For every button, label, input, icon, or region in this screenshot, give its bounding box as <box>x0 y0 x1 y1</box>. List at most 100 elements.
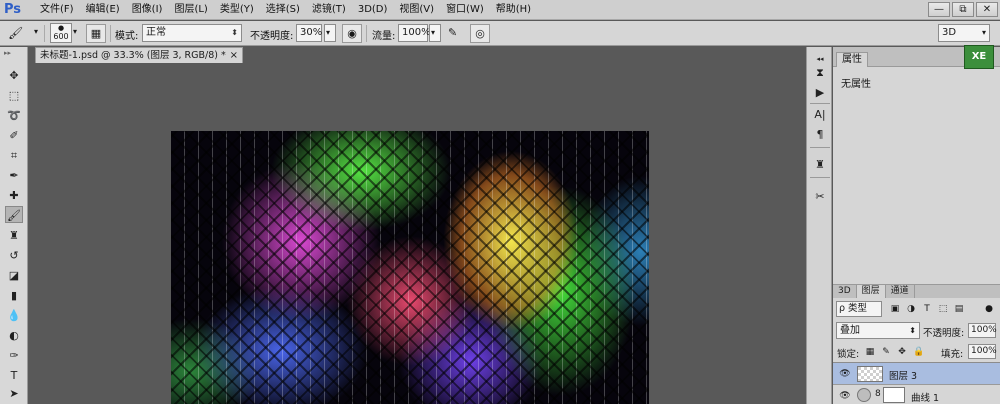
adjustment-layer-icon <box>857 388 871 402</box>
filter-kind-value: ρ 类型 <box>839 303 868 314</box>
layer-row[interactable]: 👁 图层 3 <box>833 362 1000 384</box>
adjustment-filter-icon[interactable]: ◑ <box>905 303 917 315</box>
tab-3d[interactable]: 3D <box>833 285 857 298</box>
document-canvas[interactable] <box>171 131 649 404</box>
brush-picker-chevron-icon[interactable]: ▾ <box>73 27 77 46</box>
restore-button[interactable]: ⧉ <box>952 2 974 17</box>
healing-brush-tool-icon[interactable]: ✚ <box>5 187 23 204</box>
lock-transparent-icon[interactable]: ▦ <box>865 347 875 357</box>
brush-panel-toggle-icon[interactable]: ▦ <box>86 24 106 43</box>
opacity-chevron-icon: ▾ <box>326 28 331 37</box>
character-panel-icon[interactable]: A| <box>812 107 828 123</box>
lock-all-icon[interactable]: 🔒 <box>913 347 924 357</box>
minimize-button[interactable]: — <box>928 2 950 17</box>
layer-row[interactable]: 👁 8 曲线 1 <box>833 384 1000 404</box>
menu-image[interactable]: 图像(I) <box>126 0 169 20</box>
menu-select[interactable]: 选择(S) <box>260 0 306 20</box>
menu-3d[interactable]: 3D(D) <box>352 0 394 20</box>
lasso-tool-icon[interactable]: ➰ <box>5 107 23 124</box>
tab-layers[interactable]: 图层 <box>856 285 886 298</box>
close-button[interactable]: ✕ <box>976 2 998 17</box>
blend-row: 叠加 ⬍ 不透明度: 100% <box>833 321 1000 341</box>
opacity-value: 30% <box>300 27 323 38</box>
menu-type[interactable]: 类型(Y) <box>214 0 260 20</box>
layer-name[interactable]: 图层 3 <box>889 368 917 382</box>
opacity-label: 不透明度: <box>250 31 294 42</box>
clone-stamp-tool-icon[interactable]: ♜ <box>5 227 23 244</box>
dodge-tool-icon[interactable]: ◐ <box>5 327 23 344</box>
pressure-opacity-icon[interactable]: ◉ <box>342 24 362 43</box>
menu-help[interactable]: 帮助(H) <box>490 0 537 20</box>
canvas-area[interactable] <box>29 63 805 404</box>
gradient-tool-icon[interactable]: ▮ <box>5 287 23 304</box>
layer-name[interactable]: 曲线 1 <box>911 390 939 404</box>
eraser-tool-icon[interactable]: ◪ <box>5 267 23 284</box>
layers-panel-tabs: 3D 图层 通道 <box>833 285 1000 298</box>
lock-position-icon[interactable]: ✥ <box>897 347 907 357</box>
pixel-filter-icon[interactable]: ▣ <box>889 303 901 315</box>
opacity-dropdown[interactable]: ▾ <box>324 24 336 42</box>
flow-dropdown[interactable]: ▾ <box>429 24 441 42</box>
crop-tool-icon[interactable]: ⌗ <box>5 147 23 164</box>
pen-tool-icon[interactable]: ✑ <box>5 347 23 364</box>
paragraph-panel-icon[interactable]: ¶ <box>812 127 828 143</box>
brush-size-picker[interactable]: ● 600 <box>50 23 72 43</box>
airbrush-icon[interactable]: ✎ <box>448 26 457 45</box>
fill-value: 100% <box>971 346 997 356</box>
path-select-tool-icon[interactable]: ➤ <box>5 385 23 402</box>
actions-panel-icon[interactable]: ▶ <box>812 85 828 101</box>
fill-input[interactable]: 100% <box>968 344 997 359</box>
visibility-eye-icon[interactable]: 👁 <box>839 368 851 380</box>
document-tab[interactable]: 未标题-1.psd @ 33.3% (图层 3, RGB/8) * × <box>35 47 243 63</box>
history-brush-tool-icon[interactable]: ↺ <box>5 247 23 264</box>
type-filter-icon[interactable]: T <box>921 303 933 315</box>
tool-preset-chevron-icon[interactable]: ▾ <box>34 27 38 46</box>
brush-size-value: 600 <box>53 32 69 41</box>
menu-filter[interactable]: 滤镜(T) <box>306 0 352 20</box>
panel-grip-icon[interactable]: ▸▸ <box>4 50 24 57</box>
menu-bar: Ps 文件(F) 编辑(E) 图像(I) 图层(L) 类型(Y) 选择(S) 滤… <box>0 0 1000 20</box>
lock-image-icon[interactable]: ✎ <box>881 347 891 357</box>
menu-edit[interactable]: 编辑(E) <box>80 0 126 20</box>
type-tool-icon[interactable]: T <box>5 367 23 384</box>
pressure-size-icon[interactable]: ◎ <box>470 24 490 43</box>
mode-select[interactable]: 正常 ⬍ <box>142 24 242 42</box>
workspace-value: 3D <box>942 27 957 38</box>
layer-filter-select[interactable]: ρ 类型 <box>836 301 882 317</box>
blend-mode-select[interactable]: 叠加 ⬍ <box>836 322 920 339</box>
blur-tool-icon[interactable]: 💧 <box>5 307 23 324</box>
brush-tool-icon[interactable]: 🖌 <box>8 26 34 41</box>
mode-value: 正常 <box>146 27 166 38</box>
link-icon[interactable]: 8 <box>875 389 881 399</box>
menu-layer[interactable]: 图层(L) <box>168 0 213 20</box>
close-document-icon[interactable]: × <box>230 48 238 63</box>
tab-properties[interactable]: 属性 <box>836 52 868 67</box>
flow-input[interactable]: 100% <box>398 24 431 42</box>
menu-file[interactable]: 文件(F) <box>34 0 80 20</box>
visibility-eye-icon[interactable]: 👁 <box>839 390 851 402</box>
shape-filter-icon[interactable]: ⬚ <box>937 303 949 315</box>
filter-toggle-icon[interactable]: ● <box>983 303 995 315</box>
divider <box>44 25 45 42</box>
marquee-tool-icon[interactable]: ⬚ <box>5 87 23 104</box>
workspace-select[interactable]: 3D ▾ <box>938 24 990 42</box>
divider <box>810 147 830 148</box>
menu-window[interactable]: 窗口(W) <box>440 0 490 20</box>
layer-thumbnail <box>857 366 883 382</box>
menu-view[interactable]: 视图(V) <box>393 0 440 20</box>
opacity-input[interactable]: 30% <box>296 24 322 42</box>
layer-opacity-input[interactable]: 100% <box>968 323 997 338</box>
eyedropper-tool-icon[interactable]: ✒ <box>5 167 23 184</box>
layer-mask-thumbnail <box>883 387 905 403</box>
tools-panel: ▸▸ ✥ ⬚ ➰ ✐ ⌗ ✒ ✚ 🖌 ♜ ↺ ◪ ▮ 💧 ◐ ✑ T ➤ <box>0 47 28 404</box>
tool-presets-panel-icon[interactable]: ✂ <box>812 189 828 205</box>
smart-object-filter-icon[interactable]: ▤ <box>953 303 965 315</box>
move-tool-icon[interactable]: ✥ <box>5 67 23 84</box>
quick-select-tool-icon[interactable]: ✐ <box>5 127 23 144</box>
history-panel-icon[interactable]: ⧗ <box>812 65 828 81</box>
lock-label: 锁定: <box>837 349 860 360</box>
divider <box>810 103 830 104</box>
clone-source-panel-icon[interactable]: ♜ <box>812 157 828 173</box>
brush-tool-icon[interactable]: 🖌 <box>5 206 23 223</box>
tab-channels[interactable]: 通道 <box>886 285 915 298</box>
